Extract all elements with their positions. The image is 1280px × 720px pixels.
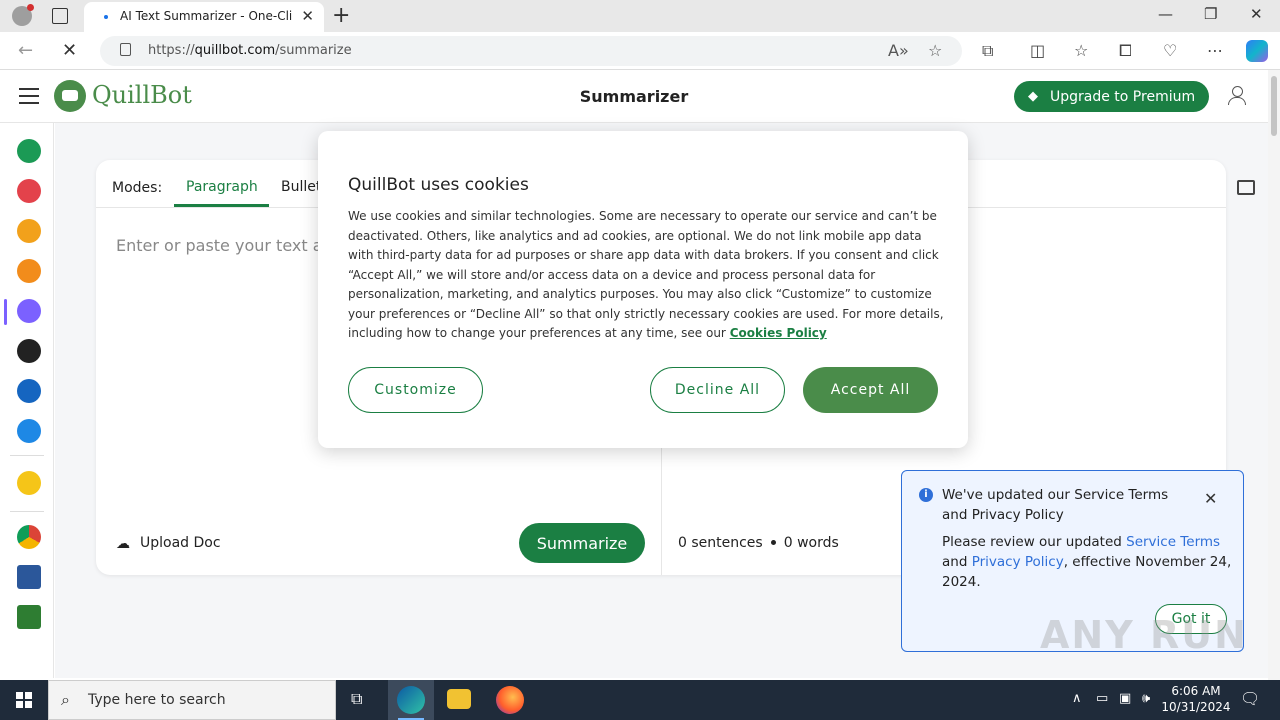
privacy-policy-link[interactable]: Privacy Policy [972, 554, 1064, 570]
toast-title: We've updated our Service Terms and Priv… [942, 487, 1169, 523]
taskbar-search-box[interactable]: ⌕ Type here to search [48, 680, 336, 720]
minimize-icon[interactable]: — [1158, 5, 1173, 23]
collections-icon[interactable]: ⧠ [1119, 41, 1132, 61]
tab-loading-icon [104, 15, 108, 19]
output-stats: 0 sentences 0 words [678, 535, 839, 551]
file-explorer-icon[interactable] [447, 689, 471, 709]
word-addin-icon[interactable] [17, 565, 41, 589]
summarizer-icon[interactable] [17, 299, 41, 323]
browser-tab-strip: AI Text Summarizer - One-Click S ✕ + — ❐… [0, 0, 1280, 32]
decline-all-button[interactable]: Decline All [650, 367, 785, 413]
tab-paragraph[interactable]: Paragraph [186, 179, 258, 195]
url-text: https://quillbot.com/summarize [148, 43, 352, 58]
summarize-button[interactable]: Summarize [519, 523, 645, 563]
address-bar-row: ← ✕ https://quillbot.com/summarize A» ☆ … [0, 32, 1280, 70]
cloud-upload-icon: ☁ [116, 536, 130, 552]
toast-body: Please review our updated Service Terms … [942, 534, 1232, 590]
upload-doc-label: Upload Doc [140, 535, 221, 551]
copilot-icon[interactable] [1246, 40, 1268, 62]
info-icon: i [919, 488, 933, 502]
service-terms-link[interactable]: Service Terms [1126, 534, 1220, 550]
tab-close-icon[interactable]: ✕ [301, 7, 314, 25]
accept-all-button[interactable]: Accept All [803, 367, 938, 413]
diamond-icon: ◆ [1028, 89, 1038, 104]
extensions-icon[interactable]: ⧉ [982, 41, 993, 61]
task-view-icon[interactable]: ⧉ [351, 689, 362, 709]
windows-start-icon[interactable] [16, 692, 32, 708]
lock-icon [120, 43, 131, 56]
edge-taskbar-item[interactable] [388, 680, 434, 720]
clock-date: 10/31/2024 [1161, 700, 1231, 714]
network-icon[interactable]: ▣ [1119, 691, 1131, 706]
url-field[interactable]: https://quillbot.com/summarize A» ☆ [100, 36, 962, 66]
volume-icon[interactable]: 🕪 [1142, 691, 1150, 706]
grammar-checker-icon[interactable] [17, 179, 41, 203]
new-tab-icon[interactable]: + [332, 3, 350, 28]
premium-diamond-icon[interactable] [17, 471, 41, 495]
scrollbar-thumb[interactable] [1271, 76, 1277, 136]
tray-chevron-icon[interactable]: ∧ [1072, 691, 1082, 706]
read-aloud-icon[interactable]: A» [888, 41, 909, 60]
toast-close-icon[interactable]: ✕ [1204, 489, 1217, 508]
upgrade-premium-button[interactable]: ◆ Upgrade to Premium [1014, 81, 1209, 112]
modes-label: Modes: [112, 180, 163, 196]
cookie-title: QuillBot uses cookies [348, 175, 529, 195]
cookie-body-text: We use cookies and similar technologies.… [348, 209, 944, 340]
cookie-body: We use cookies and similar technologies.… [348, 207, 944, 344]
restore-icon[interactable]: ❐ [1204, 5, 1217, 23]
chrome-extension-icon[interactable] [17, 525, 41, 549]
rail-divider [10, 455, 44, 456]
more-menu-icon[interactable]: ⋯ [1207, 41, 1223, 60]
tool-rail [0, 123, 54, 678]
active-mode-underline [174, 204, 269, 207]
search-icon: ⌕ [61, 690, 70, 709]
split-screen-icon[interactable]: ◫ [1030, 41, 1045, 60]
text-input-placeholder[interactable]: Enter or paste your text an [116, 236, 333, 255]
feedback-icon[interactable] [1237, 180, 1255, 195]
tab-bullet[interactable]: Bullet [281, 179, 321, 195]
rail-divider [10, 511, 44, 512]
notifications-icon[interactable]: 🗨 [1240, 689, 1260, 708]
translator-icon[interactable] [17, 339, 41, 363]
favorite-star-icon[interactable]: ☆ [928, 41, 942, 60]
word-count: 0 words [783, 535, 839, 551]
upload-doc-button[interactable]: ☁ Upload Doc [116, 535, 221, 552]
profile-icon[interactable] [12, 4, 34, 26]
tab-actions-icon[interactable] [52, 8, 68, 24]
cookies-policy-link[interactable]: Cookies Policy [730, 326, 827, 340]
clock-time: 6:06 AM [1171, 684, 1221, 698]
stop-loading-icon[interactable]: ✕ [62, 40, 77, 61]
performance-icon[interactable]: ♡ [1163, 41, 1177, 60]
browser-tab[interactable]: AI Text Summarizer - One-Click S ✕ [84, 2, 324, 32]
taskbar-clock[interactable]: 6:06 AM 10/31/2024 [1160, 683, 1232, 715]
tab-title: AI Text Summarizer - One-Click S [120, 9, 292, 23]
flow-icon[interactable] [17, 419, 41, 443]
customize-button[interactable]: Customize [348, 367, 483, 413]
firefox-icon[interactable] [496, 686, 524, 714]
back-icon[interactable]: ← [18, 40, 33, 61]
active-tool-indicator [4, 299, 7, 325]
windows-taskbar: ⌕ Type here to search ⧉ ∧ ▭ ▣ 🕪 6:06 AM … [0, 680, 1280, 720]
favorites-icon[interactable]: ☆ [1074, 41, 1088, 60]
desktop-app-icon[interactable] [17, 605, 41, 629]
plagiarism-checker-icon[interactable] [17, 259, 41, 283]
citation-generator-icon[interactable] [17, 379, 41, 403]
taskbar-search-placeholder: Type here to search [88, 692, 226, 708]
page-header: QuillBot Summarizer ◆ Upgrade to Premium [0, 70, 1268, 123]
tray-device-icon[interactable]: ▭ [1096, 691, 1108, 706]
ai-detector-icon[interactable] [17, 219, 41, 243]
stats-separator [770, 539, 776, 545]
page-scrollbar[interactable] [1268, 70, 1280, 680]
sentence-count: 0 sentences [678, 535, 763, 551]
edge-icon [397, 686, 425, 714]
window-close-icon[interactable]: ✕ [1250, 5, 1263, 23]
cookie-consent-modal: QuillBot uses cookies We use cookies and… [318, 131, 968, 448]
paraphraser-icon[interactable] [17, 139, 41, 163]
anyrun-watermark: ANY RUN [1040, 613, 1248, 657]
upgrade-premium-label: Upgrade to Premium [1050, 88, 1196, 105]
account-icon[interactable] [1227, 86, 1247, 106]
